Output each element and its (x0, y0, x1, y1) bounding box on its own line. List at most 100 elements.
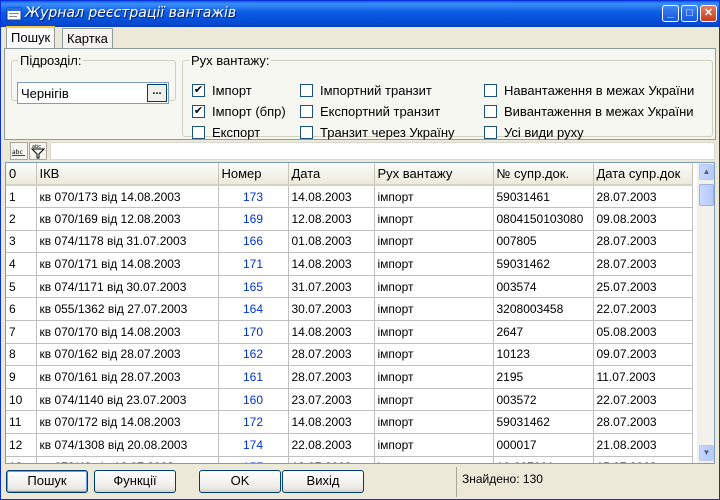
cell-index[interactable]: 5 (6, 275, 37, 299)
cell-doc-date[interactable]: 09.08.2003 (593, 207, 693, 231)
col-header-doc-number[interactable]: № супр.док. (493, 163, 594, 186)
cell-doc-date[interactable]: 25.07.2003 (593, 275, 693, 299)
cell-doc-date[interactable]: 15.07.2003 (593, 456, 693, 463)
exit-button[interactable]: Вихід (282, 470, 364, 493)
cell-ikv[interactable]: кв 070/172 від 14.08.2003 (36, 410, 219, 435)
cell-number[interactable]: 166 (218, 230, 289, 254)
col-header-index[interactable]: 0 (6, 163, 37, 186)
cell-doc-date[interactable]: 22.07.2003 (593, 297, 693, 322)
cell-date[interactable]: 23.07.2003 (288, 388, 375, 412)
cell-doc-number[interactable]: 59031461 (493, 185, 594, 209)
cell-doc-date[interactable]: 28.07.2003 (593, 185, 693, 209)
table-row[interactable]: 6 кв 055/1362 від 27.07.2003 164 30.07.2003… (6, 297, 693, 322)
cell-doc-date[interactable]: 22.07.2003 (593, 388, 693, 412)
cell-doc-date[interactable]: 09.07.2003 (593, 343, 693, 367)
cell-ikv[interactable]: кв 072/48 від 18.07.2003 (36, 456, 219, 463)
cell-date[interactable]: 14.08.2003 (288, 252, 375, 276)
col-header-ikv[interactable]: ІКВ (36, 163, 219, 186)
cell-movement[interactable]: імпорт (374, 230, 494, 254)
col-header-date[interactable]: Дата (288, 163, 375, 186)
cell-doc-number[interactable]: 003572 (493, 388, 594, 412)
scroll-thumb[interactable] (699, 184, 714, 206)
table-row[interactable]: 8 кв 070/162 від 28.07.2003 162 28.07.2003 і… (6, 343, 693, 367)
cell-date[interactable]: 28.07.2003 (288, 343, 375, 367)
table-row[interactable]: 5 кв 074/1171 від 30.07.2003 165 31.07.2003… (6, 275, 693, 299)
checkbox-import-box[interactable]: ✔ (192, 84, 205, 97)
cell-index[interactable]: 12 (6, 433, 37, 457)
table-row[interactable]: 13кв 072/48 від 18.07.200315718.07.2003і… (6, 456, 693, 463)
cell-number[interactable]: 165 (218, 275, 289, 299)
table-row[interactable]: 11 кв 070/172 від 14.08.2003 172 14.08.2003… (6, 410, 693, 435)
cell-index[interactable]: 13 (6, 456, 37, 463)
cell-number[interactable]: 161 (218, 365, 289, 389)
cell-ikv[interactable]: кв 055/1362 від 27.07.2003 (36, 297, 219, 322)
cell-ikv[interactable]: кв 074/1171 від 30.07.2003 (36, 275, 219, 299)
cell-date[interactable]: 18.07.2003 (288, 456, 375, 463)
cell-number[interactable]: 164 (218, 297, 289, 322)
cell-number[interactable]: 172 (218, 410, 289, 435)
table-row[interactable]: 3 кв 074/1178 від 31.07.2003 166 01.08.2003… (6, 230, 693, 254)
cell-number[interactable]: 162 (218, 343, 289, 367)
search-button[interactable]: Пошук (6, 470, 88, 493)
table-row[interactable]: 1 кв 070/173 від 14.08.2003 173 14.08.2003 і… (6, 185, 693, 209)
cell-doc-number[interactable]: 16-007001 (493, 456, 594, 463)
cell-ikv[interactable]: кв 070/170 від 14.08.2003 (36, 320, 219, 344)
cell-index[interactable]: 4 (6, 252, 37, 276)
cell-doc-number[interactable]: 59031462 (493, 252, 594, 276)
cell-movement[interactable]: імпорт (374, 275, 494, 299)
cell-number[interactable]: 157 (218, 456, 289, 463)
cell-movement[interactable]: імпорт (374, 297, 494, 322)
cell-date[interactable]: 22.08.2003 (288, 433, 375, 457)
department-browse-button[interactable]: ... (147, 84, 167, 102)
checkbox-all-movements-box[interactable] (484, 126, 497, 139)
cell-doc-date[interactable]: 28.07.2003 (593, 410, 693, 435)
functions-button[interactable]: Функції (94, 470, 176, 493)
cell-date[interactable]: 14.08.2003 (288, 410, 375, 435)
cell-index[interactable]: 11 (6, 410, 37, 435)
cell-number[interactable]: 173 (218, 185, 289, 209)
table-row[interactable]: 12 кв 074/1308 від 20.08.2003 174 22.08.200… (6, 433, 693, 457)
cell-number[interactable]: 160 (218, 388, 289, 412)
cell-movement[interactable]: імпорт (374, 365, 494, 389)
minimize-button[interactable]: _ (662, 5, 679, 22)
cell-ikv[interactable]: кв 070/171 від 14.08.2003 (36, 252, 219, 276)
cell-index[interactable]: 9 (6, 365, 37, 389)
cell-date[interactable]: 30.07.2003 (288, 297, 375, 322)
cell-doc-date[interactable]: 21.08.2003 (593, 433, 693, 457)
grid-vertical-scrollbar[interactable]: ▲ ▼ (697, 163, 714, 463)
cell-index[interactable]: 6 (6, 297, 37, 322)
cell-index[interactable]: 3 (6, 230, 37, 254)
cell-index[interactable]: 10 (6, 388, 37, 412)
cell-doc-number[interactable]: 0804150103080 (493, 207, 594, 231)
cell-movement[interactable]: імпорт (374, 185, 494, 209)
cell-index[interactable]: 7 (6, 320, 37, 344)
cell-date[interactable]: 12.08.2003 (288, 207, 375, 231)
cell-ikv[interactable]: кв 074/1308 від 20.08.2003 (36, 433, 219, 457)
checkbox-import-transit-box[interactable] (300, 84, 313, 97)
cell-movement[interactable]: імпорт (374, 343, 494, 367)
checkbox-transit-ukraine-box[interactable] (300, 126, 313, 139)
cell-doc-number[interactable]: 007805 (493, 230, 594, 254)
cell-movement[interactable]: імпорт (374, 456, 494, 463)
cell-movement[interactable]: імпорт (374, 388, 494, 412)
col-header-movement[interactable]: Рух вантажу (374, 163, 494, 186)
tab-search[interactable]: Пошук (6, 26, 56, 48)
cell-doc-date[interactable]: 28.07.2003 (593, 230, 693, 254)
cell-number[interactable]: 170 (218, 320, 289, 344)
cell-doc-date[interactable]: 05.08.2003 (593, 320, 693, 344)
checkbox-unloading-ukraine-box[interactable] (484, 105, 497, 118)
cell-doc-number[interactable]: 003574 (493, 275, 594, 299)
cell-ikv[interactable]: кв 070/173 від 14.08.2003 (36, 185, 219, 209)
cell-ikv[interactable]: кв 070/169 від 12.08.2003 (36, 207, 219, 231)
table-row[interactable]: 2 кв 070/169 від 12.08.2003 169 12.08.2003 і… (6, 207, 693, 231)
checkbox-export-box[interactable] (192, 126, 205, 139)
cell-date[interactable]: 14.08.2003 (288, 320, 375, 344)
maximize-button[interactable]: □ (681, 5, 698, 22)
cell-index[interactable]: 2 (6, 207, 37, 231)
cell-index[interactable]: 8 (6, 343, 37, 367)
cell-ikv[interactable]: кв 074/1140 від 23.07.2003 (36, 388, 219, 412)
title-bar[interactable]: Журнал реєстрації вантажів _ □ ✕ (1, 1, 719, 27)
abc-filter-icon[interactable]: abc (29, 142, 47, 160)
cell-doc-date[interactable]: 28.07.2003 (593, 252, 693, 276)
scroll-up-arrow-icon[interactable]: ▲ (699, 164, 714, 180)
